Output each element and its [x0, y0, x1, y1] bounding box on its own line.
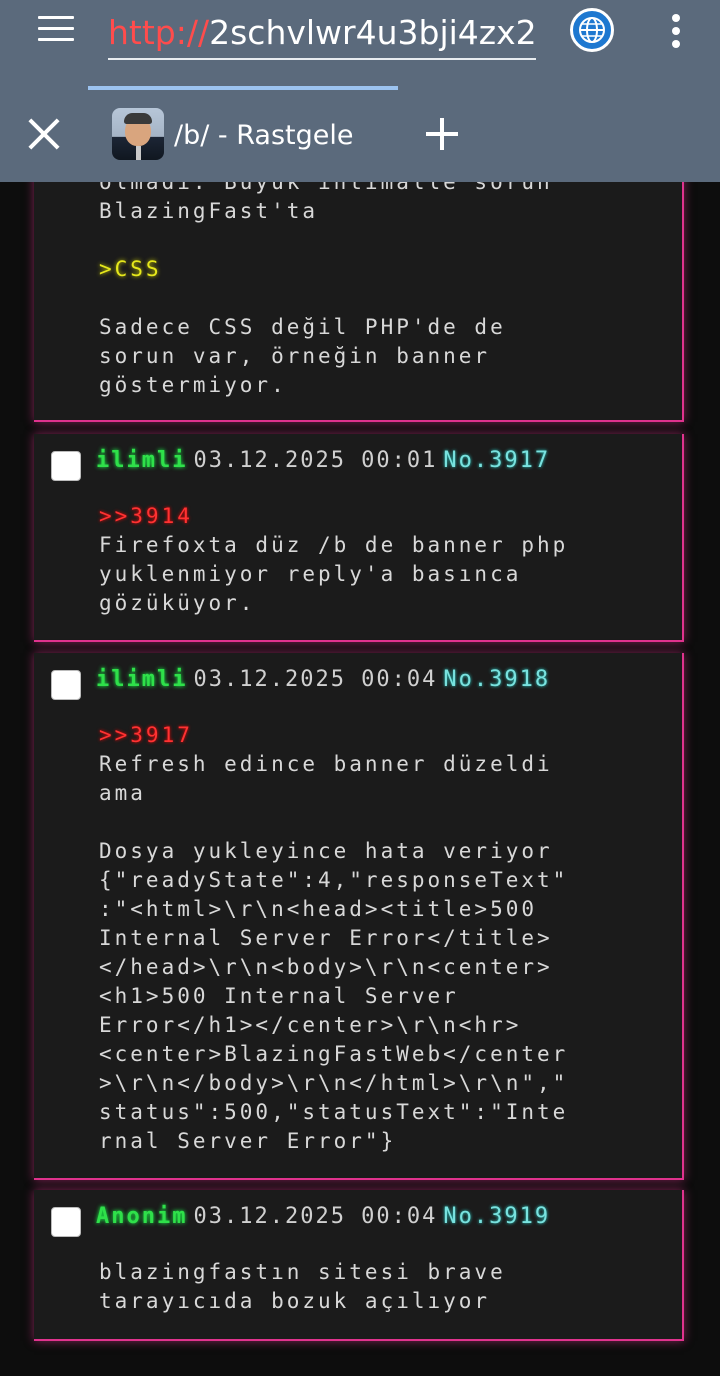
page-load-progress — [88, 86, 398, 90]
plus-icon[interactable] — [426, 118, 458, 150]
post-line: Internal Server Error</title> — [99, 926, 553, 950]
post-select-checkbox[interactable] — [51, 670, 81, 700]
post-body: >>3917 Refresh edince banner düzeldi ama… — [99, 721, 568, 1156]
post-body: olmadı. Büyük ihtimalle sorun BlazingFas… — [99, 168, 553, 400]
quote-link[interactable]: >>3917 — [99, 723, 193, 747]
reply-post: Anonim 03.12.2025 00:04 No.3919 blazingfas… — [34, 1190, 684, 1341]
post-line: rnal Server Error"} — [99, 1129, 397, 1153]
post-select-checkbox[interactable] — [51, 451, 81, 481]
post-number-link[interactable]: No.3919 — [443, 1204, 550, 1229]
post-line: {"readyState":4,"responseText" — [99, 868, 569, 892]
post-line: >\r\n</body>\r\n</html>\r\n"," — [99, 1071, 569, 1095]
quote-link[interactable]: >>3914 — [99, 504, 193, 528]
kebab-menu-icon[interactable] — [668, 14, 684, 48]
post-line: Error</h1></center>\r\n<hr> — [99, 1013, 522, 1037]
poster-name: ilimli — [96, 667, 188, 692]
globe-icon[interactable] — [570, 8, 614, 52]
url-scheme: http:// — [108, 13, 210, 52]
post-header: ilimli 03.12.2025 00:04 No.3918 — [96, 665, 550, 695]
post-line: yuklenmiyor reply'a basınca — [99, 562, 522, 586]
post-line: :"<html>\r\n<head><title>500 — [99, 897, 538, 921]
post-line: gözüküyor. — [99, 591, 256, 615]
post-line: blazingfastın sitesi brave — [99, 1260, 506, 1284]
post-date: 03.12.2025 00:04 — [193, 667, 438, 692]
post-body: blazingfastın sitesi brave tarayıcıda bo… — [99, 1258, 506, 1316]
post-date: 03.12.2025 00:04 — [193, 1204, 438, 1229]
url-field[interactable]: http://2schvlwr4u3bji4zx27 — [108, 12, 536, 60]
url-host: 2schvlwr4u3bji4zx27 — [209, 13, 536, 52]
post-select-checkbox[interactable] — [51, 1207, 81, 1237]
poster-name: Anonim — [96, 1204, 188, 1229]
post-line: Dosya yukleyince hata veriyor — [99, 839, 553, 863]
post-line: <center>BlazingFastWeb</center — [99, 1042, 569, 1066]
post-header: Anonim 03.12.2025 00:04 No.3919 — [96, 1202, 550, 1232]
post-body: >>3914 Firefoxta düz /b de banner php yu… — [99, 502, 568, 618]
tab-favicon — [112, 108, 164, 160]
post-header: ilimli 03.12.2025 00:01 No.3917 — [96, 446, 550, 476]
hamburger-menu-icon[interactable] — [38, 16, 74, 44]
reply-post: ilimli 03.12.2025 00:04 No.3918 >>3917 Ref… — [34, 653, 684, 1180]
post-line: göstermiyor. — [99, 373, 287, 397]
post-number-link[interactable]: No.3917 — [443, 448, 550, 473]
post-number-link[interactable]: No.3918 — [443, 667, 550, 692]
post-line: Refresh edince banner düzeldi — [99, 752, 553, 776]
post-line: ama — [99, 781, 146, 805]
poster-name: ilimli — [96, 448, 188, 473]
close-icon[interactable] — [26, 116, 62, 152]
post-line: BlazingFast'ta — [99, 199, 319, 223]
post-line: Firefoxta düz /b de banner php — [99, 533, 569, 557]
browser-toolbar: http://2schvlwr4u3bji4zx27 /b/ - Rastgel… — [0, 0, 720, 182]
post-line: </head>\r\n<body>\r\n<center> — [99, 955, 553, 979]
post-line: status":500,"statusText":"Inte — [99, 1100, 569, 1124]
reply-post: ilimli 03.12.2025 00:01 No.3917 >>3914 Fir… — [34, 434, 684, 642]
greentext: >CSS — [99, 257, 162, 281]
post-line: tarayıcıda bozuk açılıyor — [99, 1289, 491, 1313]
post-partial: olmadı. Büyük ihtimalle sorun BlazingFas… — [34, 150, 684, 422]
post-date: 03.12.2025 00:01 — [193, 448, 438, 473]
tab-title[interactable]: /b/ - Rastgele — [174, 118, 353, 154]
post-line: sorun var, örneğin banner — [99, 344, 491, 368]
post-line: Sadece CSS değil PHP'de de — [99, 315, 506, 339]
post-line: <h1>500 Internal Server — [99, 984, 459, 1008]
